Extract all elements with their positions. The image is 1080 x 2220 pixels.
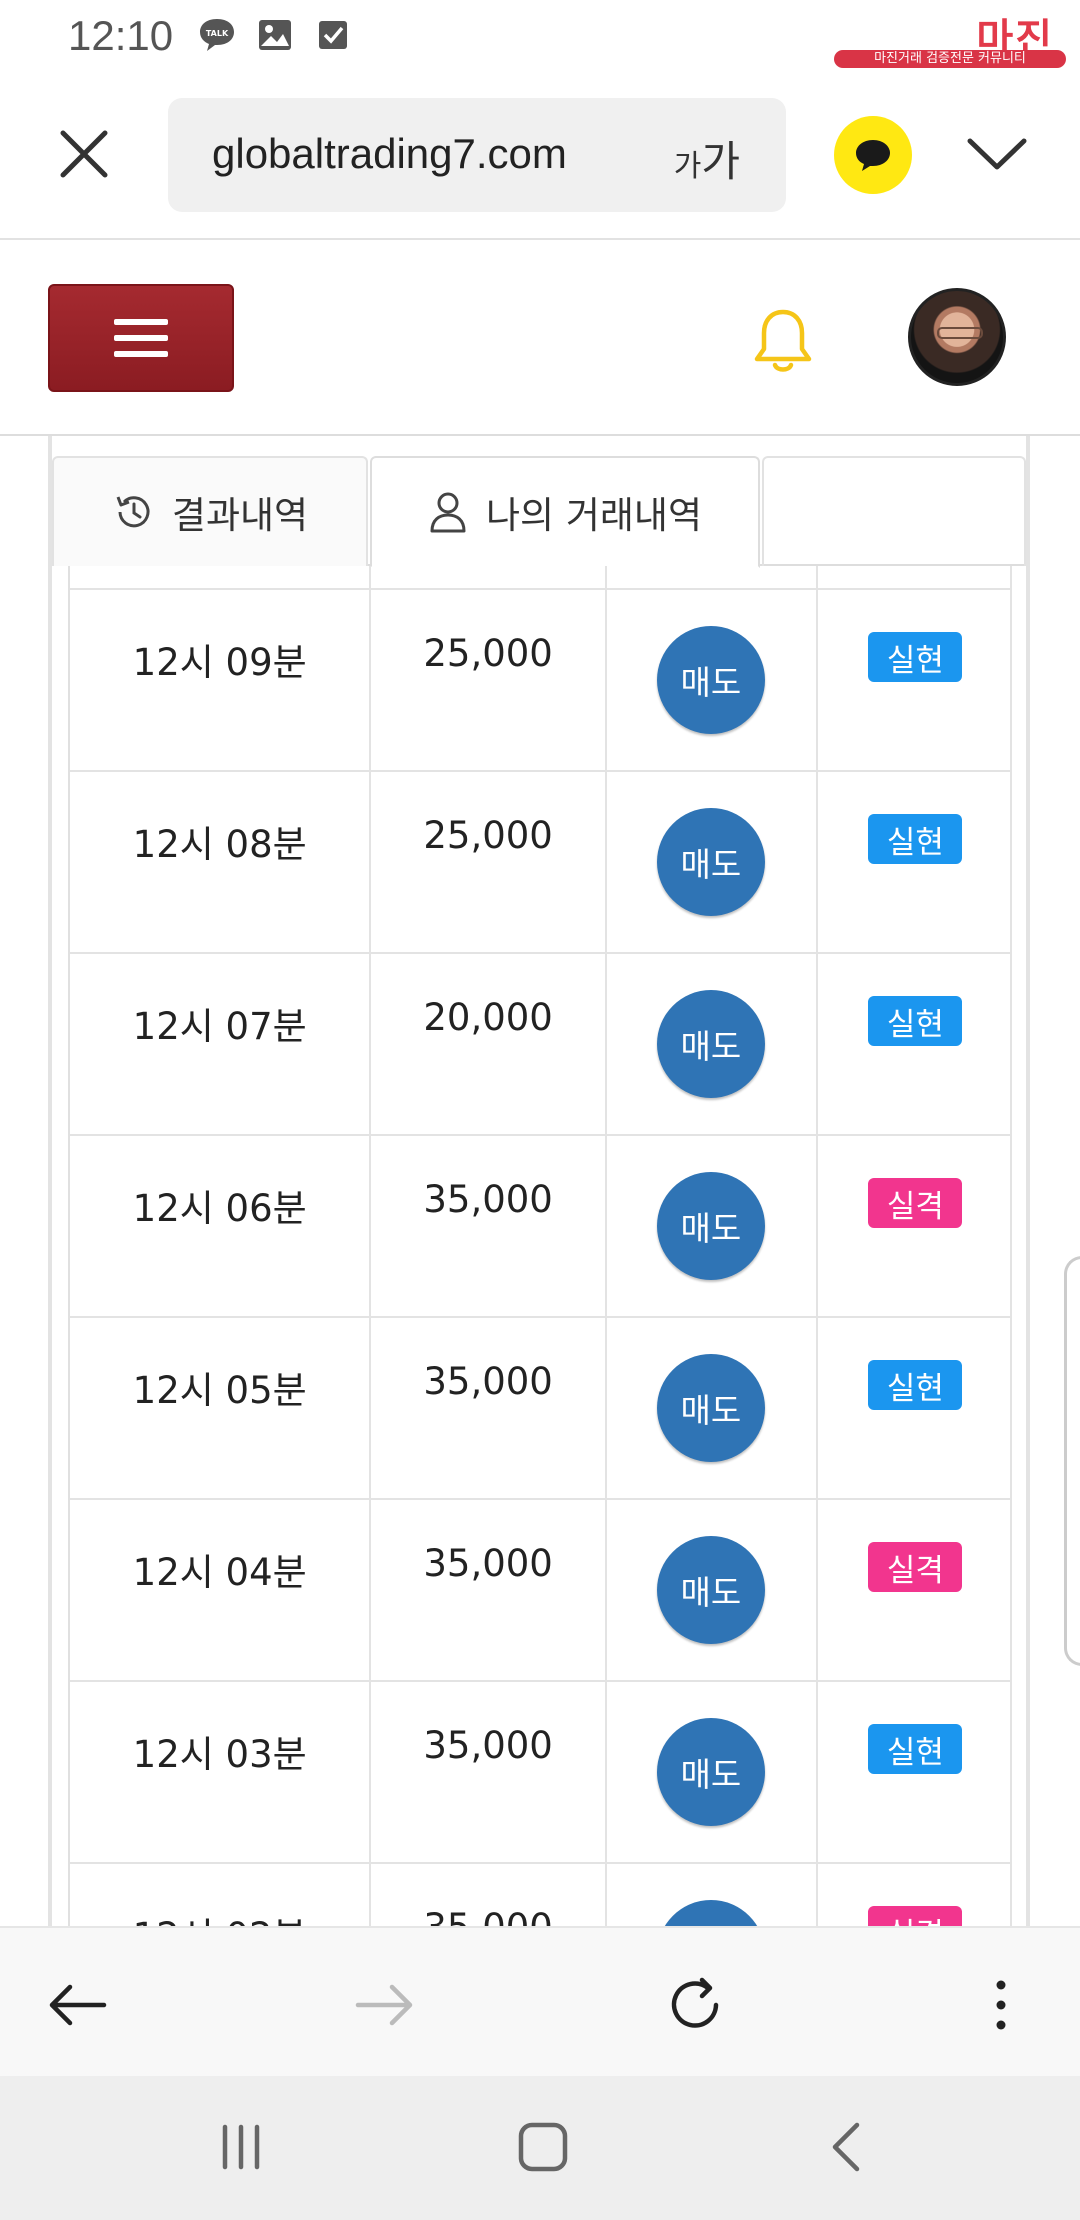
- trade-amount: 35,000: [423, 1178, 553, 1221]
- content-panel: 결과내역 나의 거래내역 12시 09분 25,000 매도 실현 12시 08…: [48, 436, 1030, 2046]
- trade-amount: 35,000: [423, 1724, 553, 1767]
- system-navigation-bar: [0, 2076, 1080, 2220]
- table-row: 12시 08분 25,000 매도 실현: [70, 772, 1012, 954]
- trade-time: 12시 08분: [132, 823, 307, 866]
- talk-icon: TALK: [198, 16, 236, 54]
- result-badge: 실현: [868, 1360, 963, 1410]
- status-icons: TALK: [198, 16, 352, 54]
- chat-bubble-icon: [856, 140, 890, 171]
- browser-toolbar: globaltrading7.com 가가: [0, 72, 1080, 240]
- tab-empty: [762, 456, 1026, 566]
- history-icon: [116, 496, 150, 528]
- result-badge: 실격: [868, 1178, 963, 1228]
- tab-my-trades-label: 나의 거래내역: [485, 494, 702, 537]
- result-badge: 실현: [868, 632, 963, 682]
- result-badge: 실격: [868, 1542, 963, 1592]
- kakao-talk-button[interactable]: [834, 116, 912, 194]
- trade-table: 12시 09분 25,000 매도 실현 12시 08분 25,000 매도 실…: [68, 566, 1012, 2046]
- sell-button[interactable]: 매도: [656, 626, 765, 734]
- page: 12:10 TALK 마진 마진거래 검증전문 커뮤니티 globaltradi…: [0, 0, 1080, 2220]
- watermark-tagline: 마진거래 검증전문 커뮤니티: [834, 50, 1066, 68]
- checkbox-icon: [314, 16, 352, 54]
- table-row: 12시 04분 35,000 매도 실격: [70, 1500, 1012, 1682]
- menu-button[interactable]: [48, 284, 234, 392]
- sell-button[interactable]: 매도: [656, 1536, 765, 1644]
- more-vertical-icon: [996, 1980, 1006, 2030]
- trade-amount: 25,000: [423, 632, 553, 675]
- system-back-button[interactable]: [810, 2112, 880, 2182]
- status-time: 12:10: [68, 12, 174, 59]
- trade-time: 12시 05분: [132, 1369, 307, 1412]
- table-row: 12시 03분 35,000 매도 실현: [70, 1682, 1012, 1864]
- url-text: globaltrading7.com: [212, 130, 567, 177]
- text-size-button[interactable]: 가가: [674, 128, 740, 189]
- tab-bar: 결과내역 나의 거래내역: [52, 456, 1026, 568]
- arrow-left-icon: [49, 1984, 107, 2026]
- trade-amount: 35,000: [423, 1542, 553, 1585]
- result-badge: 실현: [868, 996, 963, 1046]
- home-button[interactable]: [508, 2112, 578, 2182]
- table-row: 12시 07분 20,000 매도 실현: [70, 954, 1012, 1136]
- trade-time: 12시 06분: [132, 1187, 307, 1230]
- home-icon: [518, 2122, 568, 2172]
- sell-button[interactable]: 매도: [656, 1354, 765, 1462]
- trade-time: 12시 09분: [132, 641, 307, 684]
- sell-button[interactable]: 매도: [656, 1172, 765, 1280]
- close-button[interactable]: [52, 122, 116, 186]
- table-row: 12시 09분 25,000 매도 실현: [70, 590, 1012, 772]
- reload-button[interactable]: [658, 1968, 732, 2042]
- browser-bottom-nav: [0, 1926, 1080, 2076]
- arrow-right-icon: [355, 1984, 413, 2026]
- trade-time: 12시 03분: [132, 1733, 307, 1776]
- tab-results[interactable]: 결과내역: [52, 456, 368, 566]
- expand-toolbar-button[interactable]: [962, 122, 1032, 186]
- table-row: 12시 06분 35,000 매도 실격: [70, 1136, 1012, 1318]
- avatar[interactable]: [908, 288, 1006, 386]
- notification-button[interactable]: [750, 306, 816, 376]
- forward-button[interactable]: [348, 1968, 422, 2042]
- tab-results-label: 결과내역: [171, 494, 309, 537]
- sell-button[interactable]: 매도: [656, 990, 765, 1098]
- recent-apps-icon: [222, 2124, 260, 2170]
- tab-my-trades[interactable]: 나의 거래내역: [370, 456, 760, 568]
- hamburger-icon: [114, 319, 168, 325]
- table-row: 12시 05분 35,000 매도 실현: [70, 1318, 1012, 1500]
- sell-button[interactable]: 매도: [656, 808, 765, 916]
- result-badge: 실현: [868, 814, 963, 864]
- watermark: 마진 마진거래 검증전문 커뮤니티: [830, 6, 1070, 68]
- result-badge: 실현: [868, 1724, 963, 1774]
- sell-button[interactable]: 매도: [656, 1718, 765, 1826]
- chevron-left-icon: [832, 2122, 860, 2172]
- trade-amount: 25,000: [423, 814, 553, 857]
- trade-time: 12시 07분: [132, 1005, 307, 1048]
- site-header: [0, 240, 1080, 436]
- more-options-button[interactable]: [964, 1968, 1038, 2042]
- trade-amount: 35,000: [423, 1360, 553, 1403]
- avatar-glasses: [937, 327, 983, 339]
- close-icon: [60, 130, 108, 178]
- url-bar[interactable]: globaltrading7.com 가가: [168, 98, 786, 212]
- back-button[interactable]: [40, 1968, 114, 2042]
- user-icon: [430, 492, 466, 533]
- chevron-down-icon: [967, 138, 1027, 170]
- svg-text:TALK: TALK: [206, 29, 229, 38]
- trade-time: 12시 04분: [132, 1551, 307, 1594]
- status-bar: 12:10 TALK 마진 마진거래 검증전문 커뮤니티: [0, 0, 1080, 72]
- scroll-handle[interactable]: [1064, 1256, 1080, 1666]
- image-icon: [256, 16, 294, 54]
- bell-icon: [754, 309, 812, 372]
- reload-icon: [671, 1977, 719, 2028]
- recent-apps-button[interactable]: [206, 2112, 276, 2182]
- trade-amount: 20,000: [423, 996, 553, 1039]
- table-row-stub: [70, 566, 1012, 590]
